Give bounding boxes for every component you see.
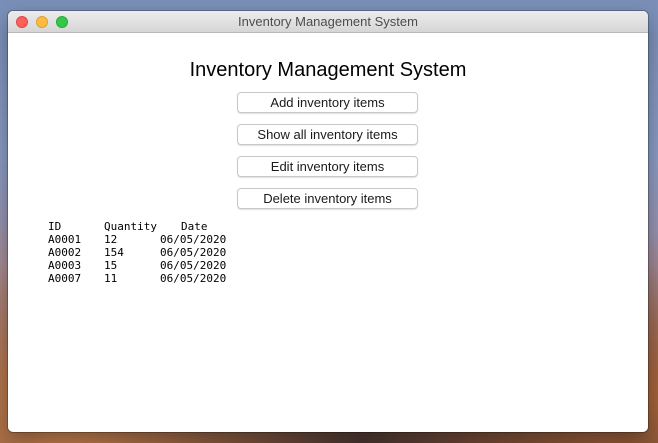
cell-quantity: 11 <box>104 272 118 285</box>
inventory-table: ID Quantity Date A0001 12 06/05/2020 A0002 15… <box>48 220 261 285</box>
show-inventory-button[interactable]: Show all inventory items <box>237 124 418 145</box>
header-quantity: Quantity <box>104 220 157 233</box>
window-title: Inventory Management System <box>238 14 418 29</box>
title-bar[interactable]: Inventory Management System <box>8 11 648 33</box>
app-window: Inventory Management System Inventory Ma… <box>8 11 648 432</box>
cell-date: 06/05/2020 <box>160 233 227 246</box>
cell-id: A0007 <box>48 272 82 285</box>
table-row: A0002 154 06/05/2020 <box>48 246 261 259</box>
page-title: Inventory Management System <box>189 59 467 81</box>
table-row: A0007 11 06/05/2020 <box>48 272 261 285</box>
cell-id: A0003 <box>48 259 82 272</box>
table-row: A0001 12 06/05/2020 <box>48 233 261 246</box>
table-row: A0003 15 06/05/2020 <box>48 259 261 272</box>
cell-date: 06/05/2020 <box>160 246 227 259</box>
cell-quantity: 15 <box>104 259 118 272</box>
cell-date: 06/05/2020 <box>160 272 227 285</box>
cell-quantity: 154 <box>104 246 124 259</box>
header-date: Date <box>181 220 208 233</box>
header-id: ID <box>48 220 62 233</box>
cell-id: A0002 <box>48 246 82 259</box>
main-content: Inventory Management System Add inventor… <box>8 33 648 432</box>
cell-date: 06/05/2020 <box>160 259 227 272</box>
delete-inventory-button[interactable]: Delete inventory items <box>237 188 418 209</box>
table-header-row: ID Quantity Date <box>48 220 261 233</box>
add-inventory-button[interactable]: Add inventory items <box>237 92 418 113</box>
cell-id: A0001 <box>48 233 82 246</box>
cell-quantity: 12 <box>104 233 118 246</box>
edit-inventory-button[interactable]: Edit inventory items <box>237 156 418 177</box>
